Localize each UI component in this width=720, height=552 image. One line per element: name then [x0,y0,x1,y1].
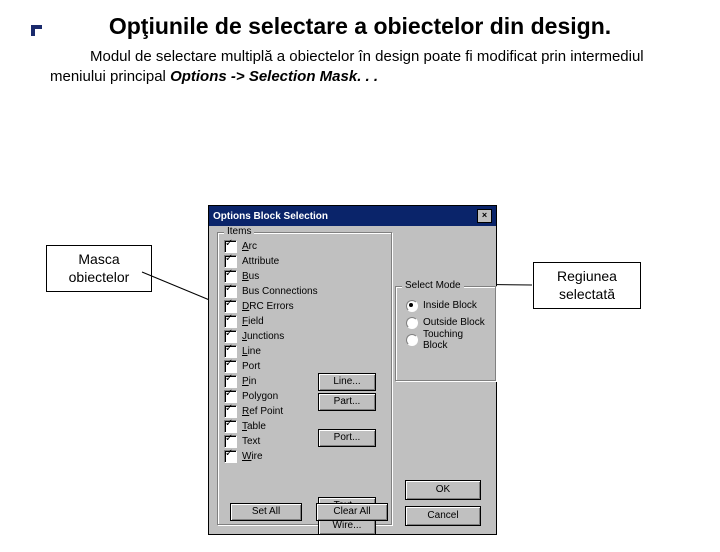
checkbox-label: Arc [242,241,257,252]
radio-label: Inside Block [423,300,477,311]
checkbox[interactable] [224,450,237,463]
intro-paragraph: Modul de selectare multiplă a obiectelor… [50,47,670,88]
radio-label: Outside Block [423,317,485,328]
page-title: Opţiunile de selectare a obiectelor din … [60,12,660,41]
line-button[interactable]: Line... [318,373,376,391]
radio-row: Inside Block [402,297,490,314]
checkbox-label: Bus [242,271,259,282]
radio[interactable] [406,317,418,329]
checkbox-label: DRC Errors [242,301,294,312]
checkbox-row: Line [224,344,386,359]
checkbox-label: Table [242,421,266,432]
close-icon[interactable]: × [477,209,492,223]
radio[interactable] [406,334,418,346]
checkbox-label: Line [242,346,261,357]
checkbox-row: Junctions [224,329,386,344]
checkbox-label: Text [242,436,260,447]
callout-region: Regiunea selectată [533,262,641,309]
items-group-label: Items [224,226,254,237]
checkbox-label: Bus Connections [242,286,318,297]
checkbox-label: Port [242,361,260,372]
checkbox-label: Attribute [242,256,279,267]
part-button[interactable]: Part... [318,393,376,411]
checkbox-label: Field [242,316,264,327]
checkbox[interactable] [224,390,237,403]
checkbox[interactable] [224,330,237,343]
ok-button[interactable]: OK [405,480,481,500]
checkbox[interactable] [224,375,237,388]
port-button[interactable]: Port... [318,429,376,447]
checkbox[interactable] [224,300,237,313]
callout-mask: Masca obiectelor [46,245,152,292]
mode-group-label: Select Mode [402,280,464,291]
checkbox[interactable] [224,405,237,418]
checkbox[interactable] [224,240,237,253]
checkbox-row: Field [224,314,386,329]
radio-row: Touching Block [402,331,490,348]
checkbox[interactable] [224,285,237,298]
items-group: Items ArcAttributeBusBus ConnectionsDRC … [217,232,393,526]
set-all-button[interactable]: Set All [230,503,302,521]
checkbox-label: Wire [242,451,263,462]
dialog-options-block-selection: Options Block Selection × Items Arc Attri… [208,205,497,535]
checkbox-row: Port [224,359,386,374]
checkbox[interactable] [224,420,237,433]
checkbox[interactable] [224,435,237,448]
checkbox-row: Attribute [224,254,386,269]
checkbox[interactable] [224,345,237,358]
checkbox[interactable] [224,255,237,268]
checkbox-row: Bus [224,269,386,284]
dialog-titlebar: Options Block Selection × [209,206,496,226]
checkbox[interactable] [224,270,237,283]
checkbox-label: Junctions [242,331,284,342]
checkbox-label: Pin [242,376,256,387]
cancel-button[interactable]: Cancel [405,506,481,526]
checkbox-row: Arc [224,239,386,254]
checkbox-label: Polygon [242,391,278,402]
checkbox-row: Bus Connections [224,284,386,299]
clear-all-button[interactable]: Clear All [316,503,388,521]
radio-label: Touching Block [423,329,490,351]
dialog-title: Options Block Selection [213,211,328,222]
select-mode-group: Select Mode Inside BlockOutside BlockTou… [395,286,497,382]
slide-bullet [28,22,42,36]
checkbox[interactable] [224,315,237,328]
checkbox[interactable] [224,360,237,373]
checkbox-row: DRC Errors [224,299,386,314]
checkbox-label: Ref Point [242,406,283,417]
radio[interactable] [406,300,418,312]
para-menu-path: Options -> Selection Mask. . . [170,68,378,85]
